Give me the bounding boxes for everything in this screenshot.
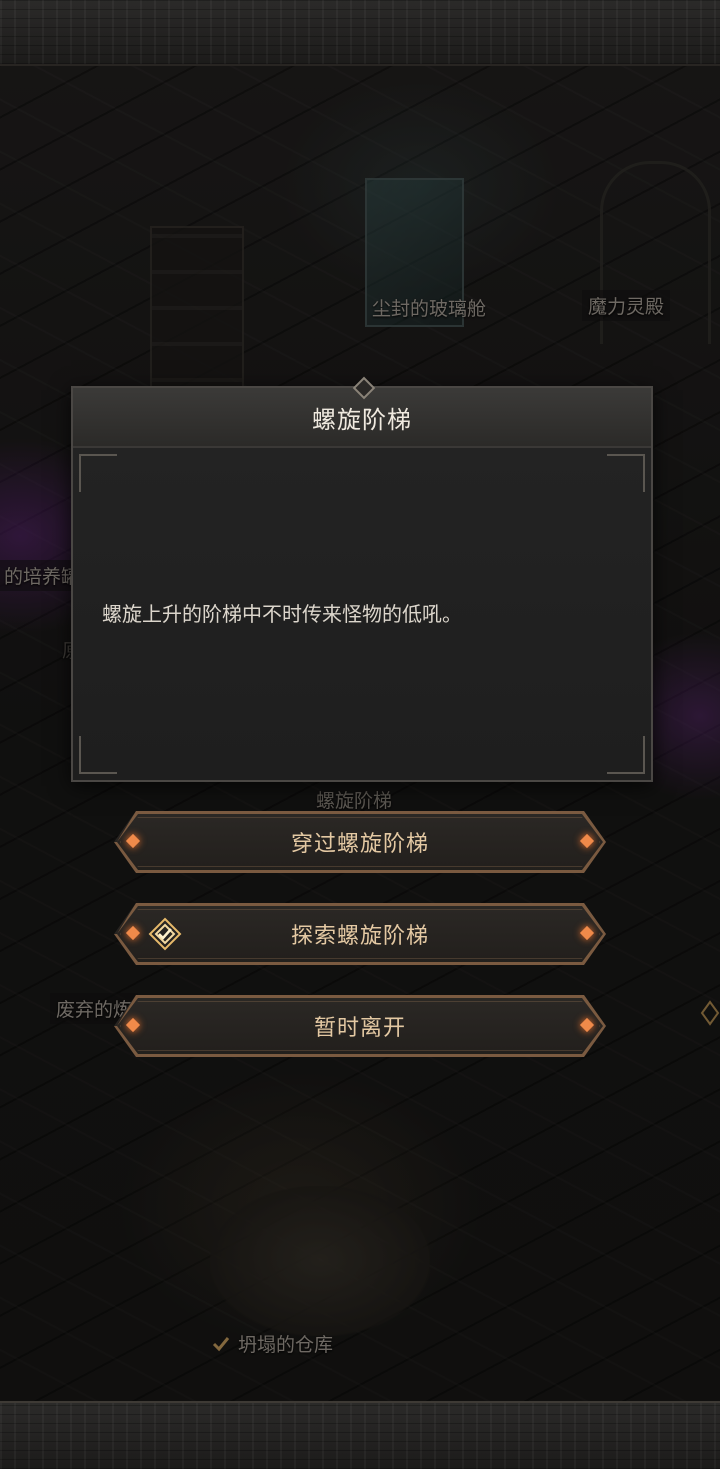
corner-ornament xyxy=(607,736,645,774)
explore-icon xyxy=(148,917,182,951)
corner-ornament xyxy=(79,454,117,492)
top-frame xyxy=(0,0,720,66)
explore-stairs-button[interactable]: 探索螺旋阶梯 xyxy=(114,903,606,965)
corner-ornament xyxy=(79,736,117,774)
dialog-title: 螺旋阶梯 xyxy=(312,405,412,434)
leave-button[interactable]: 暂时离开 xyxy=(114,995,606,1057)
corner-ornament xyxy=(607,454,645,492)
event-dialog: 螺旋阶梯 螺旋上升的阶梯中不时传来怪物的低吼。 xyxy=(71,376,653,782)
pass-stairs-label: 穿过螺旋阶梯 xyxy=(290,832,429,857)
dialog-description: 螺旋上升的阶梯中不时传来怪物的低吼。 xyxy=(102,602,462,626)
pass-stairs-button[interactable]: 穿过螺旋阶梯 xyxy=(114,811,606,873)
explore-stairs-label: 探索螺旋阶梯 xyxy=(290,924,429,949)
bottom-frame xyxy=(0,1401,720,1469)
leave-label: 暂时离开 xyxy=(313,1016,406,1041)
